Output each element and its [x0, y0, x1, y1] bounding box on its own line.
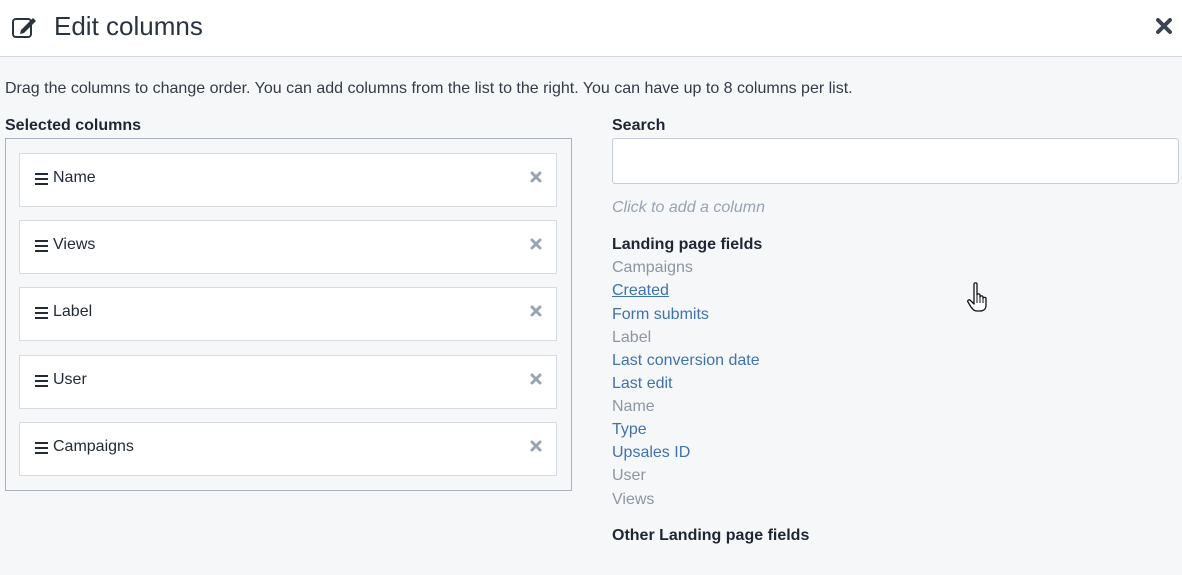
modal-title: Edit columns — [54, 11, 203, 41]
selected-column-item[interactable]: Views — [19, 220, 557, 274]
drag-handle-icon[interactable] — [35, 375, 48, 387]
search-input[interactable] — [612, 138, 1179, 184]
close-icon[interactable] — [1153, 15, 1175, 37]
selected-column-item[interactable]: User — [19, 355, 557, 409]
group-title-landing-page-fields: Landing page fields — [612, 236, 763, 253]
remove-icon[interactable] — [529, 304, 543, 318]
remove-icon[interactable] — [529, 439, 543, 453]
selected-column-name: Name — [53, 169, 96, 186]
selected-column-item[interactable]: Name — [19, 153, 557, 207]
field-name: Name — [612, 398, 655, 415]
search-label: Search — [612, 117, 666, 134]
field-views: Views — [612, 491, 655, 508]
remove-icon[interactable] — [529, 372, 543, 386]
selected-column-name: User — [53, 371, 87, 388]
selected-column-name: Label — [53, 303, 93, 320]
field-last-edit[interactable]: Last edit — [612, 375, 672, 393]
modal-header: Edit columns — [0, 0, 1182, 57]
field-type[interactable]: Type — [612, 421, 647, 439]
selected-column-item[interactable]: Campaigns — [19, 422, 557, 476]
field-user: User — [612, 467, 646, 484]
remove-icon[interactable] — [529, 170, 543, 184]
field-label: Label — [612, 329, 652, 346]
selected-columns-list: Name Views Label User Campaigns — [5, 138, 572, 491]
selected-column-item[interactable]: Label — [19, 287, 557, 341]
edit-icon — [12, 18, 36, 38]
field-upsales-id[interactable]: Upsales ID — [612, 444, 690, 462]
drag-handle-icon[interactable] — [35, 173, 48, 185]
remove-icon[interactable] — [529, 237, 543, 251]
field-form-submits[interactable]: Form submits — [612, 306, 709, 324]
selected-column-name: Views — [53, 236, 96, 253]
instructions-text: Drag the columns to change order. You ca… — [5, 80, 853, 97]
hand-pointer-icon — [967, 282, 987, 312]
group-title-other-landing-page-fields: Other Landing page fields — [612, 527, 810, 544]
field-created[interactable]: Created — [612, 282, 669, 300]
add-column-hint: Click to add a column — [612, 199, 765, 216]
drag-handle-icon[interactable] — [35, 442, 48, 454]
drag-handle-icon[interactable] — [35, 307, 48, 319]
selected-column-name: Campaigns — [53, 438, 134, 455]
field-last-conversion-date[interactable]: Last conversion date — [612, 352, 760, 370]
selected-columns-label: Selected columns — [5, 117, 142, 134]
drag-handle-icon[interactable] — [35, 240, 48, 252]
field-campaigns: Campaigns — [612, 259, 693, 276]
